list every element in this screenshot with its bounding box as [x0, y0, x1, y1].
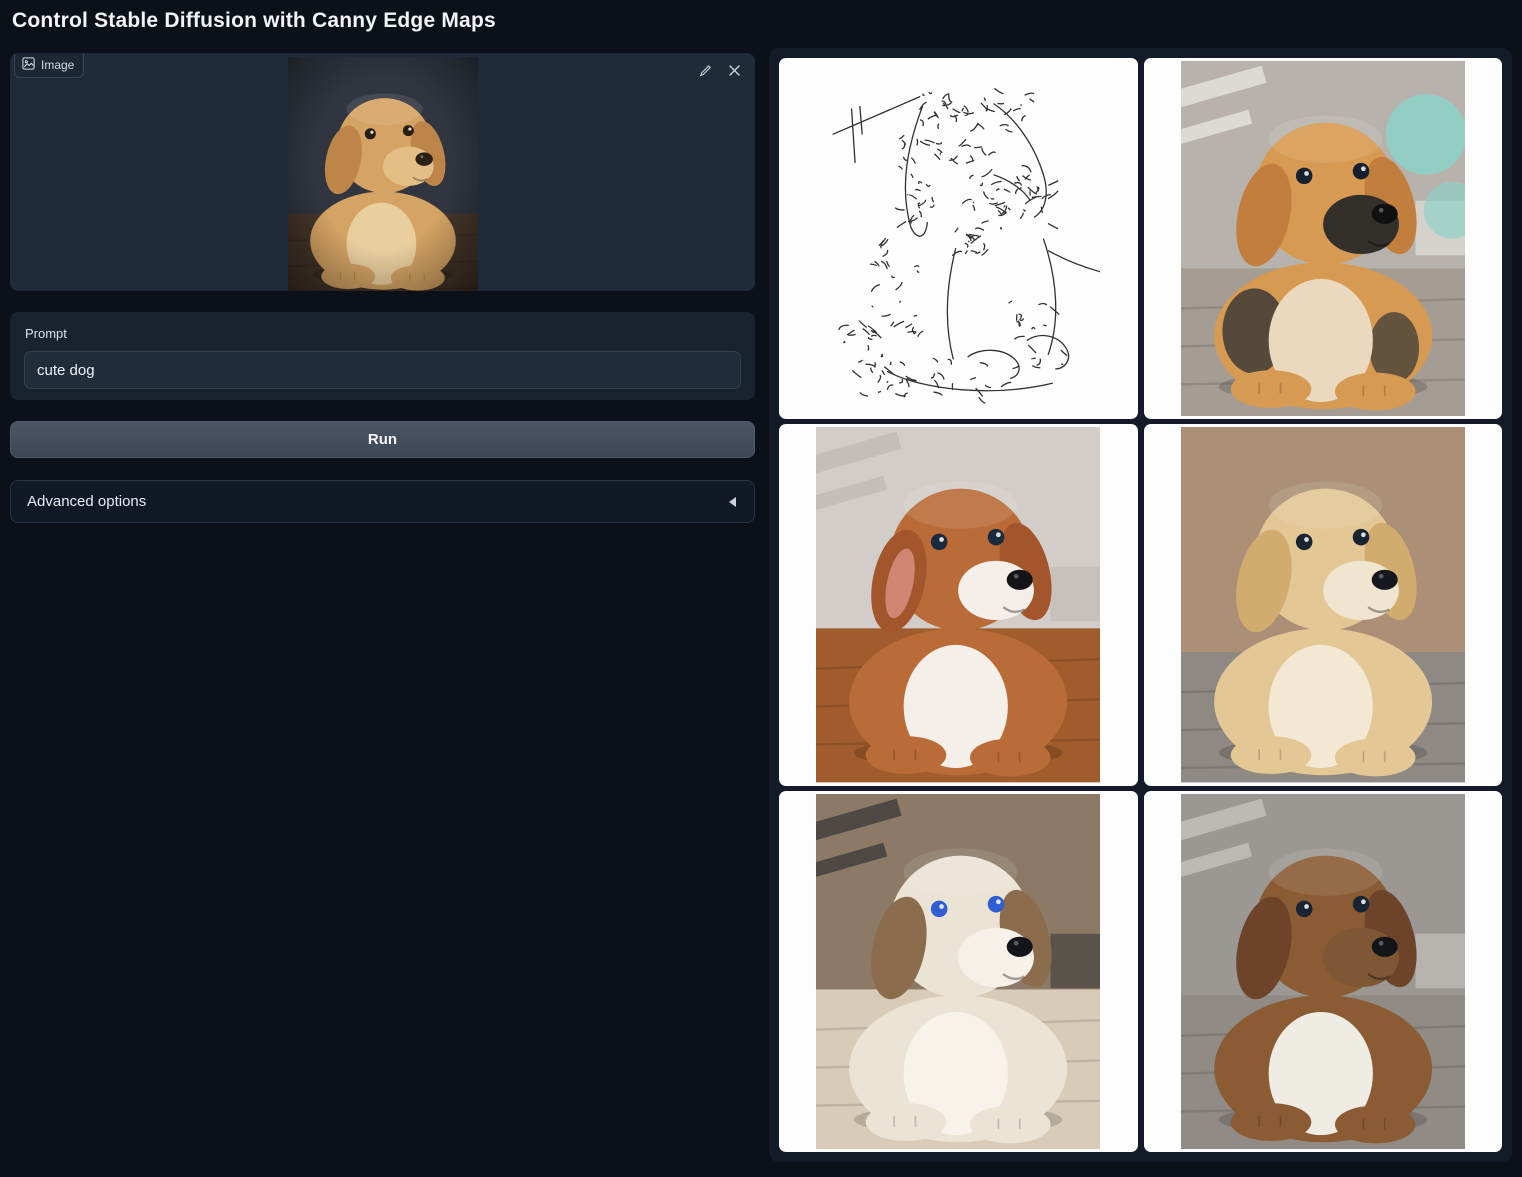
gallery-item-generated-puppy-5[interactable]: [1144, 791, 1503, 1152]
gallery-item-generated-puppy-1[interactable]: [1144, 58, 1503, 419]
image-tab: Image: [14, 53, 84, 78]
input-image: [288, 57, 478, 287]
image-tab-label: Image: [41, 58, 74, 72]
gallery-item-generated-puppy-3[interactable]: [1144, 424, 1503, 785]
edit-image-button[interactable]: [694, 61, 716, 83]
advanced-options-accordion[interactable]: Advanced options: [10, 480, 755, 523]
canny-edge-image: [816, 61, 1100, 416]
prompt-input[interactable]: [24, 351, 741, 389]
advanced-options-label: Advanced options: [27, 493, 146, 510]
generated-image: [816, 794, 1100, 1149]
output-gallery: [769, 48, 1512, 1162]
gallery-item-generated-puppy-4[interactable]: [779, 791, 1138, 1152]
clear-image-button[interactable]: [723, 61, 745, 83]
clear-x-icon: [728, 64, 741, 80]
run-button[interactable]: Run: [10, 421, 755, 458]
input-column: Image: [10, 48, 755, 523]
page-title: Control Stable Diffusion with Canny Edge…: [12, 8, 1512, 34]
generated-image: [1181, 427, 1465, 782]
edit-pencil-icon: [698, 64, 712, 81]
generated-image: [1181, 61, 1465, 416]
main-layout: Image: [10, 48, 1512, 1162]
prompt-block: Prompt: [10, 312, 755, 400]
image-actions: [694, 61, 745, 83]
accordion-arrow-icon: [727, 496, 738, 508]
image-icon: [22, 57, 35, 73]
gallery-item-generated-puppy-2[interactable]: [779, 424, 1138, 785]
gallery-item-canny-edge-map[interactable]: [779, 58, 1138, 419]
generated-image: [816, 427, 1100, 782]
generated-image: [1181, 794, 1465, 1149]
input-image-block: Image: [10, 53, 755, 291]
prompt-label: Prompt: [25, 326, 741, 341]
